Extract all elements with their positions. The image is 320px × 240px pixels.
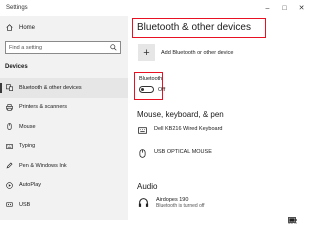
device-headphones[interactable]: Airdopes 190 Bluetooth is turned off (138, 197, 205, 210)
mouse-icon (138, 149, 147, 158)
section-heading-audio: Audio (137, 182, 158, 191)
sidebar-item-printers[interactable]: Printers & scanners (0, 98, 128, 118)
keyboard-icon (6, 143, 13, 150)
home-icon (6, 24, 13, 31)
sidebar-item-label: Bluetooth & other devices (19, 84, 82, 91)
sidebar: Home Devices Bluetooth & other devices P… (0, 16, 128, 220)
sidebar-item-typing[interactable]: Typing (0, 137, 128, 157)
device-keyboard[interactable]: Dell KB216 Wired Keyboard (138, 126, 222, 134)
autoplay-icon (6, 181, 13, 189)
device-mouse[interactable]: USB OPTICAL MOUSE (138, 149, 212, 158)
sidebar-item-label: USB (19, 201, 31, 208)
bluetooth-toggle[interactable] (139, 86, 154, 93)
app-title: Settings (6, 5, 28, 11)
usb-icon (6, 201, 13, 208)
headphones-icon (138, 197, 149, 208)
printer-icon (6, 103, 13, 111)
mouse-icon (6, 123, 13, 131)
sidebar-item-bluetooth[interactable]: Bluetooth & other devices (0, 78, 128, 98)
main-panel: Bluetooth & other devices + Add Bluetoot… (128, 16, 310, 225)
sidebar-nav: Bluetooth & other devices Printers & sca… (0, 78, 128, 215)
search-icon[interactable] (110, 44, 117, 51)
sidebar-item-mouse[interactable]: Mouse (0, 117, 128, 137)
search-input[interactable] (9, 44, 104, 51)
pen-icon (6, 162, 13, 169)
home-label: Home (19, 24, 36, 31)
sidebar-item-label: Mouse (19, 123, 36, 130)
section-heading-mouse-keyboard-pen: Mouse, keyboard, & pen (137, 110, 224, 119)
bluetooth-devices-icon (6, 84, 13, 92)
sidebar-item-autoplay[interactable]: AutoPlay (0, 176, 128, 196)
sidebar-item-pen[interactable]: Pen & Windows Ink (0, 156, 128, 176)
maximize-button[interactable]: □ (276, 0, 293, 16)
battery-icon (288, 210, 297, 228)
page-title: Bluetooth & other devices (132, 18, 266, 38)
bluetooth-label: Bluetooth (139, 76, 163, 82)
sidebar-item-usb[interactable]: USB (0, 195, 128, 215)
device-status: Bluetooth is turned off (156, 203, 205, 209)
plus-icon: + (138, 44, 155, 61)
device-text: Airdopes 190 Bluetooth is turned off (156, 197, 205, 210)
device-name: Dell KB216 Wired Keyboard (154, 126, 223, 132)
search-box[interactable] (5, 41, 121, 54)
keyboard-icon (138, 126, 147, 134)
sidebar-item-label: Printers & scanners (19, 104, 67, 111)
add-device-button[interactable]: + Add Bluetooth or other device (138, 44, 233, 61)
title-bar: Settings – □ ✕ (0, 0, 310, 16)
device-name: USB OPTICAL MOUSE (154, 149, 212, 155)
sidebar-item-label: Pen & Windows Ink (19, 162, 67, 169)
home-nav-item[interactable]: Home (6, 24, 35, 31)
sidebar-section-heading: Devices (5, 64, 28, 70)
sidebar-item-label: AutoPlay (19, 182, 42, 189)
bluetooth-state: Off (158, 87, 166, 93)
close-button[interactable]: ✕ (293, 0, 310, 16)
minimize-button[interactable]: – (259, 0, 276, 16)
window-controls: – □ ✕ (259, 0, 310, 16)
toggle-knob (141, 88, 144, 91)
sidebar-item-label: Typing (19, 143, 36, 150)
battery-level: 90% (288, 220, 298, 225)
bluetooth-setting: Bluetooth Off (134, 72, 166, 100)
add-device-label: Add Bluetooth or other device (161, 49, 234, 56)
